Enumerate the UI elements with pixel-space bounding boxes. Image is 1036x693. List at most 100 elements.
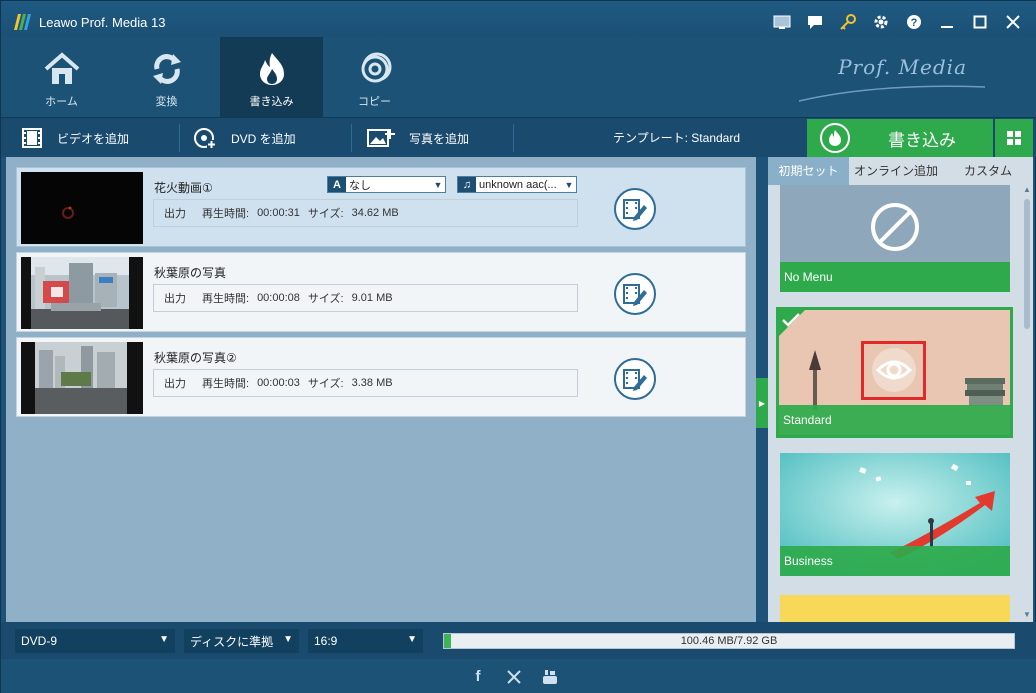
edit-button[interactable] <box>614 273 656 315</box>
add-photo-button[interactable]: 写真を追加 <box>367 118 469 158</box>
tab-online[interactable]: オンライン追加 <box>849 157 943 185</box>
facebook-icon[interactable]: f <box>470 669 486 685</box>
item-title: 秋葉原の写真② <box>154 351 237 365</box>
feedback-icon[interactable] <box>798 9 831 35</box>
audio-select[interactable]: ♫ unknown aac(... ▼ <box>457 176 577 193</box>
svg-text:?: ? <box>910 17 917 29</box>
subtitle-value: なし <box>349 179 371 192</box>
list-item[interactable]: 秋葉原の写真 出力 再生時間: 00:00:08 サイズ: 9.01 MB <box>16 252 746 332</box>
item-info: 出力 再生時間: 00:00:08 サイズ: 9.01 MB <box>153 284 578 312</box>
burn-button-label: 書き込み <box>888 130 956 150</box>
chevron-right-icon: ▶ <box>758 398 766 408</box>
template-next[interactable] <box>780 595 1010 622</box>
tab-copy[interactable]: コピー <box>323 37 426 117</box>
template-scrollbar[interactable]: ▲ ▼ <box>1021 185 1033 622</box>
template-label: No Menu <box>780 262 1010 292</box>
photo-thumbnail <box>21 257 143 329</box>
subtitle-select[interactable]: A なし ▼ <box>327 176 446 193</box>
tab-convert[interactable]: 変換 <box>115 37 218 117</box>
eye-icon <box>876 360 912 380</box>
convert-icon <box>152 54 181 84</box>
chevron-down-icon: ▼ <box>564 179 574 190</box>
edit-button[interactable] <box>614 358 656 400</box>
edit-button[interactable] <box>614 188 656 230</box>
template-standard[interactable]: Standard <box>776 307 1013 438</box>
capacity-text: 100.46 MB/7.92 GB <box>680 635 778 647</box>
home-icon <box>44 52 79 84</box>
size-value: 34.62 MB <box>351 207 399 219</box>
template-list: No Menu Standard Business <box>768 185 1021 622</box>
burn-button[interactable]: 書き込み <box>807 119 993 157</box>
photo-thumbnail <box>21 342 143 414</box>
copy-disc-icon <box>361 52 391 83</box>
chevron-down-icon: ▼ <box>283 634 293 645</box>
youtube-icon[interactable] <box>542 669 558 685</box>
minimize-icon[interactable] <box>930 9 963 35</box>
template-panel: 初期セット オンライン追加 カスタム No Menu Standard Busi… <box>768 157 1033 622</box>
disc-type-select[interactable]: DVD-9 ▼ <box>15 629 175 653</box>
key-icon[interactable] <box>831 9 864 35</box>
audio-value: unknown aac(... <box>479 178 557 191</box>
output-settings-bar: DVD-9 ▼ ディスクに準拠 ▼ 16:9 ▼ 100.46 MB/7.92 … <box>1 622 1036 659</box>
item-title: 花火動画① <box>154 181 213 195</box>
add-dvd-button[interactable]: DVD を追加 <box>193 118 296 158</box>
divider <box>351 124 352 152</box>
scroll-down-icon[interactable]: ▼ <box>1022 610 1032 622</box>
app-title: Leawo Prof. Media 13 <box>39 15 166 30</box>
template-no-menu[interactable]: No Menu <box>780 185 1010 292</box>
divider <box>179 124 180 152</box>
x-twitter-icon[interactable] <box>506 669 522 685</box>
brand-logo: Prof. Media <box>838 55 967 79</box>
template-tabs: 初期セット オンライン追加 カスタム <box>768 157 1033 185</box>
preview-button[interactable] <box>872 348 916 392</box>
duration-value: 00:00:08 <box>257 292 300 304</box>
maximize-icon[interactable] <box>963 9 996 35</box>
tab-custom[interactable]: カスタム <box>943 157 1033 185</box>
add-video-button[interactable]: ビデオを追加 <box>21 118 129 158</box>
add-dvd-label: DVD を追加 <box>231 131 296 146</box>
close-icon[interactable] <box>996 9 1029 35</box>
add-photo-label: 写真を追加 <box>409 131 470 146</box>
tab-home-label: ホーム <box>45 96 78 108</box>
disc-capacity-bar: 100.46 MB/7.92 GB <box>443 633 1015 649</box>
screen-icon[interactable] <box>765 9 798 35</box>
divider <box>513 124 514 152</box>
grid-icon <box>1007 131 1021 145</box>
help-icon[interactable]: ? <box>897 9 930 35</box>
duration-label: 再生時間: <box>202 293 250 305</box>
main-navigation: ホーム 変換 書き込み コピー Prof. Media <box>1 37 1036 117</box>
quality-value: ディスクに準拠 <box>190 634 274 649</box>
music-note-icon: ♫ <box>458 177 476 192</box>
prohibited-icon <box>871 203 919 251</box>
template-label: Business <box>780 546 1010 576</box>
title-bar: Leawo Prof. Media 13 ? <box>1 1 1036 41</box>
aspect-ratio-select[interactable]: 16:9 ▼ <box>308 629 423 653</box>
tab-burn-label: 書き込み <box>249 96 294 108</box>
file-list: 花火動画① A なし ▼ ♫ unknown aac(... ▼ 出力 再生時間… <box>6 157 756 622</box>
tab-home[interactable]: ホーム <box>10 37 113 117</box>
list-item[interactable]: 花火動画① A なし ▼ ♫ unknown aac(... ▼ 出力 再生時間… <box>16 167 746 247</box>
template-label: Standard <box>779 405 1010 435</box>
gear-icon[interactable] <box>864 9 897 35</box>
app-window: Leawo Prof. Media 13 ? ホーム 変換 書き込み コピー P… <box>0 0 1036 693</box>
edit-film-icon <box>623 369 647 391</box>
size-label: サイズ: <box>307 208 344 220</box>
quality-select[interactable]: ディスクに準拠 ▼ <box>184 629 299 653</box>
edit-film-icon <box>623 199 647 221</box>
add-video-label: ビデオを追加 <box>57 131 130 146</box>
output-label: 出力 <box>164 208 186 220</box>
tab-convert-label: 変換 <box>155 96 178 108</box>
tab-preset[interactable]: 初期セット <box>768 157 849 185</box>
panel-collapse-toggle[interactable]: ▶ <box>756 378 768 428</box>
output-label: 出力 <box>164 293 186 305</box>
scroll-thumb[interactable] <box>1024 199 1030 329</box>
grid-menu-button[interactable] <box>995 119 1033 157</box>
film-icon <box>22 128 42 148</box>
edit-film-icon <box>623 284 647 306</box>
tab-burn[interactable]: 書き込み <box>220 37 323 117</box>
duration-value: 00:00:03 <box>257 377 300 389</box>
template-business[interactable]: Business <box>780 453 1010 576</box>
list-item[interactable]: 秋葉原の写真② 出力 再生時間: 00:00:03 サイズ: 3.38 MB <box>16 337 746 417</box>
scroll-up-icon[interactable]: ▲ <box>1022 185 1032 197</box>
subtitle-icon: A <box>328 177 346 192</box>
